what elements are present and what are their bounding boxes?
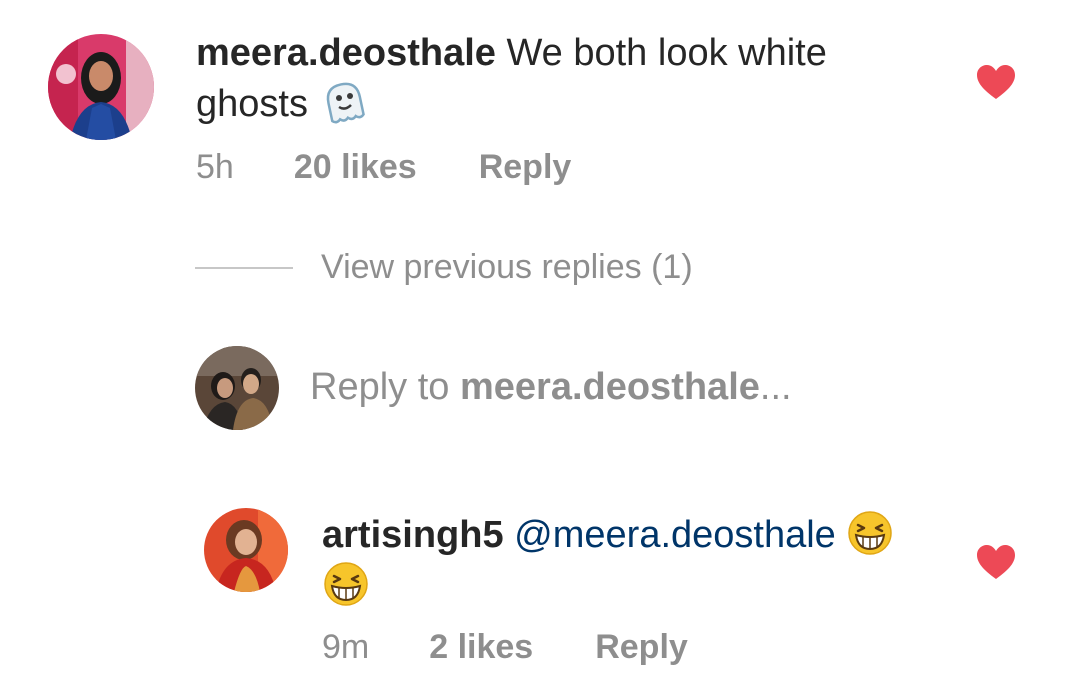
comment-text: meera.deosthale We both look white ghost… xyxy=(196,28,936,129)
reply-text: artisingh5 @meera.deosthale xyxy=(322,509,962,611)
reply-like-heart-icon[interactable] xyxy=(976,544,1016,580)
current-user-avatar xyxy=(195,346,279,430)
reply-reply-button[interactable]: Reply xyxy=(595,628,688,667)
comment-time: 5h xyxy=(196,148,234,186)
view-previous-replies-button[interactable]: View previous replies (1) xyxy=(195,248,693,287)
grinning-squinting-face-icon-2 xyxy=(322,560,370,608)
reply-mention-link[interactable]: @meera.deosthale xyxy=(514,514,836,556)
reply-input-target: meera.deosthale xyxy=(459,366,760,408)
avatar-artisingh5[interactable] xyxy=(204,508,288,592)
view-previous-replies-label: View previous replies (1) xyxy=(321,248,693,286)
comment-body-line2: ghosts xyxy=(196,83,308,125)
comment-reply-button[interactable]: Reply xyxy=(479,148,572,187)
reply-time: 9m xyxy=(322,628,370,666)
reply-input-suffix: ... xyxy=(759,366,792,408)
comment-like-heart-icon[interactable] xyxy=(976,64,1016,100)
reply-likes[interactable]: 2 likes xyxy=(429,628,533,667)
reply-meta: 9m 2 likes Reply xyxy=(322,628,688,667)
reply-input-prefix: Reply to xyxy=(310,366,460,408)
avatar-meera[interactable] xyxy=(48,34,154,140)
comment-meta: 5h 20 likes Reply xyxy=(196,148,571,187)
grinning-squinting-face-icon xyxy=(846,509,894,557)
comment-likes[interactable]: 20 likes xyxy=(294,148,417,187)
reply-username[interactable]: artisingh5 xyxy=(322,514,504,556)
ghost-emoji-icon xyxy=(319,78,367,126)
replies-divider-line xyxy=(195,266,293,269)
reply-input-field[interactable]: Reply to meera.deosthale... xyxy=(310,366,792,409)
comment-username[interactable]: meera.deosthale xyxy=(196,32,496,74)
comment-body-line1: We both look white xyxy=(506,32,827,74)
